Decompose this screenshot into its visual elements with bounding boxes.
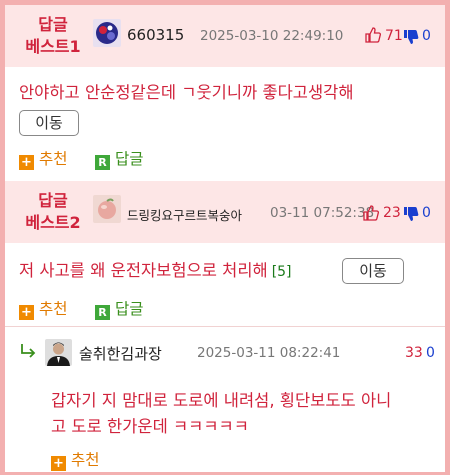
best-1-badge: 답글 베스트1 (13, 14, 93, 58)
comment-text-line1: 갑자기 지 맘대로 도로에 내려섬, 횡단보도도 아니 (51, 391, 392, 410)
best-1-label-line2: 베스트1 (25, 37, 81, 56)
nickname[interactable]: 660315 (127, 26, 184, 44)
reply-label: 답글 (115, 300, 144, 318)
upvote-count: 23 (383, 205, 401, 221)
reply-count[interactable]: [5] (272, 264, 292, 280)
downvote-count: 0 (426, 345, 435, 361)
best-2-badge: 답글 베스트2 (13, 190, 93, 234)
nickname[interactable]: 술취한김과장 (79, 343, 162, 364)
best-comment-1-header: 답글 베스트1 660315 2025-03-10 22:49:10 71 0 (5, 5, 445, 67)
best-comment-2-header: 답글 베스트2 드링킹요구르트복숭아 03-11 07:52:38 23 0 (5, 181, 445, 243)
recommend-button[interactable]: + 추천 (19, 297, 68, 320)
comment-date: 03-11 07:52:38 (270, 205, 375, 221)
upvote-count: 71 (385, 28, 403, 44)
nickname[interactable]: 드링킹요구르트복숭아 (127, 205, 242, 224)
recommend-button[interactable]: + 추천 (19, 147, 68, 170)
reply-button[interactable]: R 답글 (95, 147, 144, 170)
thumb-up-icon[interactable] (365, 27, 381, 43)
divider (5, 326, 445, 327)
reply-arrow-icon (21, 344, 36, 358)
comment-date: 2025-03-10 22:49:10 (200, 28, 344, 44)
comment-text-body: 저 사고를 왜 운전자보험으로 처리해 (19, 261, 268, 280)
reply-r-icon: R (95, 305, 110, 320)
thumb-down-icon[interactable] (403, 29, 419, 45)
comment-date: 2025-03-11 08:22:41 (197, 345, 341, 361)
thumb-down-icon[interactable] (403, 206, 419, 222)
avatar[interactable] (93, 195, 121, 223)
avatar[interactable] (45, 339, 72, 366)
move-button[interactable]: 이동 (19, 110, 79, 136)
recommend-label: 추천 (39, 300, 68, 318)
plus-icon: + (19, 305, 34, 320)
reply-label: 답글 (115, 150, 144, 168)
upvote-count: 33 (405, 345, 423, 361)
best-2-label-line2: 베스트2 (25, 213, 81, 232)
reply-r-icon: R (95, 155, 110, 170)
recommend-button[interactable]: + 추천 (51, 448, 100, 471)
best-1-label-line1: 답글 (38, 15, 68, 34)
downvote-count: 0 (422, 205, 431, 221)
plus-icon: + (19, 155, 34, 170)
comment-text: 저 사고를 왜 운전자보험으로 처리해 [5] (19, 258, 292, 285)
comment-text: 갑자기 지 맘대로 도로에 내려섬, 횡단보도도 아니 고 도로 한가운데 ㅋㅋ… (51, 388, 391, 440)
reply-button[interactable]: R 답글 (95, 297, 144, 320)
downvote-count: 0 (422, 28, 431, 44)
plus-icon: + (51, 456, 66, 471)
best-2-label-line1: 답글 (38, 191, 68, 210)
comment-panel: 답글 베스트1 660315 2025-03-10 22:49:10 71 0 … (0, 0, 450, 475)
avatar[interactable] (93, 19, 121, 47)
thumb-up-icon[interactable] (363, 205, 379, 221)
recommend-label: 추천 (39, 150, 68, 168)
move-button[interactable]: 이동 (342, 258, 404, 284)
recommend-label: 추천 (71, 451, 100, 469)
comment-text-line2: 고 도로 한가운데 ㅋㅋㅋㅋㅋ (51, 417, 249, 436)
comment-text: 안야하고 안순정같은데 ㄱ웃기니까 좋다고생각해 (19, 83, 354, 102)
